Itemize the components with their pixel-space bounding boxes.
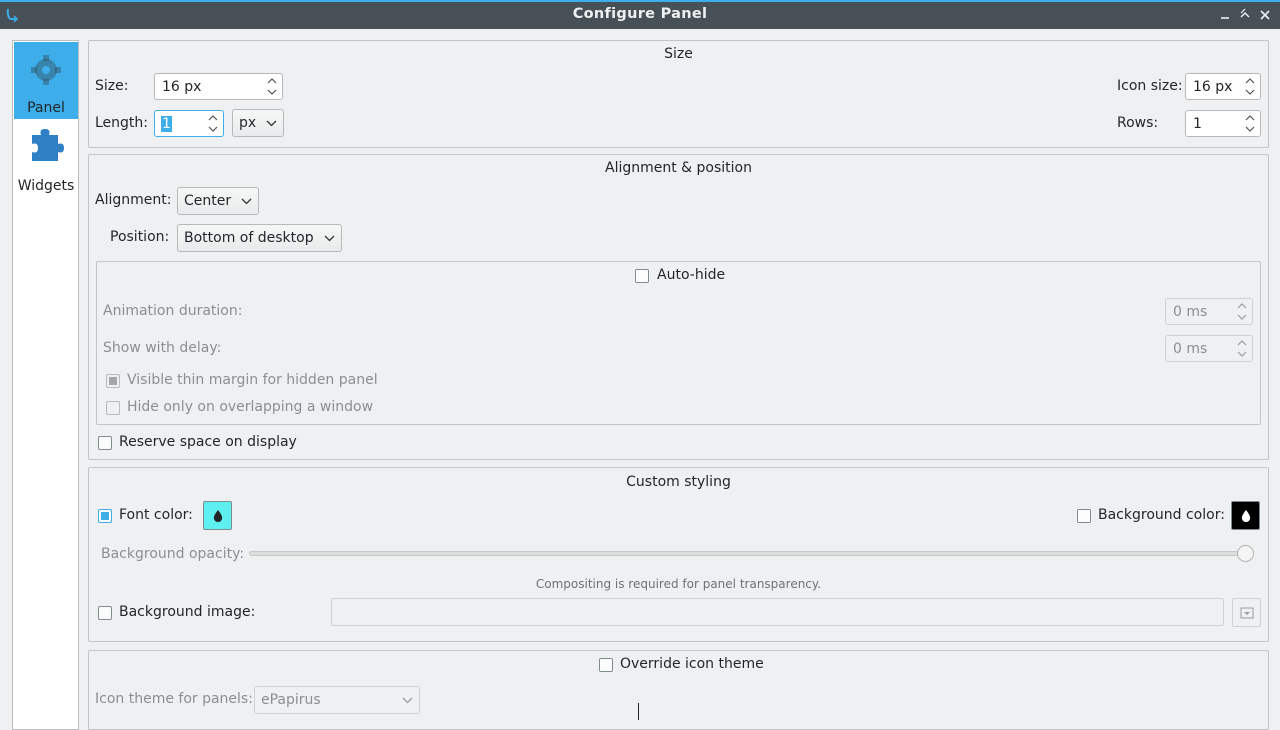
spin-arrows-icon[interactable] [1236,338,1248,359]
rows-spinbox[interactable]: 1 [1185,110,1261,137]
spin-arrows-icon[interactable] [1236,301,1248,322]
alignment-value: Center [184,193,232,209]
length-spinbox[interactable]: 1 [154,110,224,137]
puzzle-icon [32,129,64,161]
thin-margin-checkbox[interactable] [106,374,120,388]
reserve-space-checkbox[interactable] [98,436,112,450]
chevron-down-icon [402,697,413,704]
folder-icon [1240,607,1254,619]
spin-arrows-icon[interactable] [266,76,278,97]
bg-color-button[interactable] [1231,501,1260,530]
minimize-icon[interactable] [1218,8,1232,22]
sidebar-item-label: Panel [27,100,65,116]
rows-value: 1 [1193,116,1202,132]
spin-arrows-icon[interactable] [207,113,219,134]
thin-margin-label: Visible thin margin for hidden panel [127,372,378,388]
spin-arrows-icon[interactable] [1244,113,1256,134]
show-delay-value: 0 ms [1173,341,1208,357]
position-value: Bottom of desktop [184,230,314,246]
autohide-label[interactable]: Auto-hide [657,267,725,283]
icon-theme-value: ePapirus [261,692,321,708]
icon-theme-combo[interactable]: ePapirus [254,686,420,714]
chevron-down-icon [241,198,252,205]
font-color-label[interactable]: Font color: [119,507,193,523]
position-combo[interactable]: Bottom of desktop [177,224,342,252]
animation-duration-label: Animation duration: [103,303,243,319]
group-title: Custom styling [626,474,731,490]
text-cursor [638,703,639,720]
alignment-combo[interactable]: Center [177,187,259,215]
overlap-label: Hide only on overlapping a window [127,399,374,415]
bg-image-browse-button[interactable] [1232,598,1261,627]
icon-size-label: Icon size: [1117,78,1183,94]
bg-image-label[interactable]: Background image: [119,604,255,620]
window-title: Configure Panel [572,6,708,22]
override-icon-theme-checkbox[interactable] [599,658,613,672]
bg-image-checkbox[interactable] [98,606,112,620]
overlap-checkbox[interactable] [106,401,120,415]
gear-icon [31,55,61,85]
opacity-slider-handle[interactable] [1237,545,1254,562]
group-title: Size [664,46,693,62]
rows-label: Rows: [1117,115,1159,131]
font-color-button[interactable] [203,501,232,530]
animation-duration-value: 0 ms [1173,304,1208,320]
animation-duration-spinbox[interactable]: 0 ms [1165,298,1253,325]
alignment-label: Alignment: [95,192,172,208]
length-value: 1 [161,116,172,132]
title-bar: Configure Panel [0,0,1280,29]
reserve-space-label[interactable]: Reserve space on display [119,434,297,450]
size-label: Size: [95,78,129,94]
spin-arrows-icon[interactable] [1244,76,1256,97]
sidebar-item-label: Widgets [17,178,75,194]
sidebar: Panel Widgets [12,40,79,730]
length-unit-value: px [239,115,257,131]
bg-color-checkbox[interactable] [1077,509,1091,523]
icon-size-spinbox[interactable]: 16 px [1185,73,1261,100]
length-unit-combo[interactable]: px [232,109,284,137]
compositing-note: Compositing is required for panel transp… [535,577,822,591]
color-drop-icon [1241,510,1251,522]
sidebar-item-widgets[interactable]: Widgets [14,121,78,198]
opacity-label: Background opacity: [101,546,245,562]
show-delay-label: Show with delay: [103,340,222,356]
show-delay-spinbox[interactable]: 0 ms [1165,335,1253,362]
bg-color-label[interactable]: Background color: [1098,507,1225,523]
size-spinbox[interactable]: 16 px [154,73,283,100]
color-drop-icon [213,510,223,522]
chevron-down-icon [266,120,277,127]
length-label: Length: [95,115,149,131]
sidebar-item-panel[interactable]: Panel [14,42,78,119]
icon-size-value: 16 px [1193,79,1233,95]
group-title: Alignment & position [605,160,752,176]
bg-image-path-field[interactable] [331,598,1224,626]
font-color-checkbox[interactable] [98,509,112,523]
size-value: 16 px [162,79,202,95]
position-label: Position: [110,229,170,245]
restore-icon[interactable] [1238,8,1252,22]
autohide-checkbox[interactable] [635,269,649,283]
override-icon-theme-label[interactable]: Override icon theme [620,656,764,672]
chevron-down-icon [324,235,335,242]
icon-theme-label: Icon theme for panels: [95,691,253,707]
opacity-slider-track[interactable] [249,551,1246,556]
close-icon[interactable] [1258,8,1272,22]
